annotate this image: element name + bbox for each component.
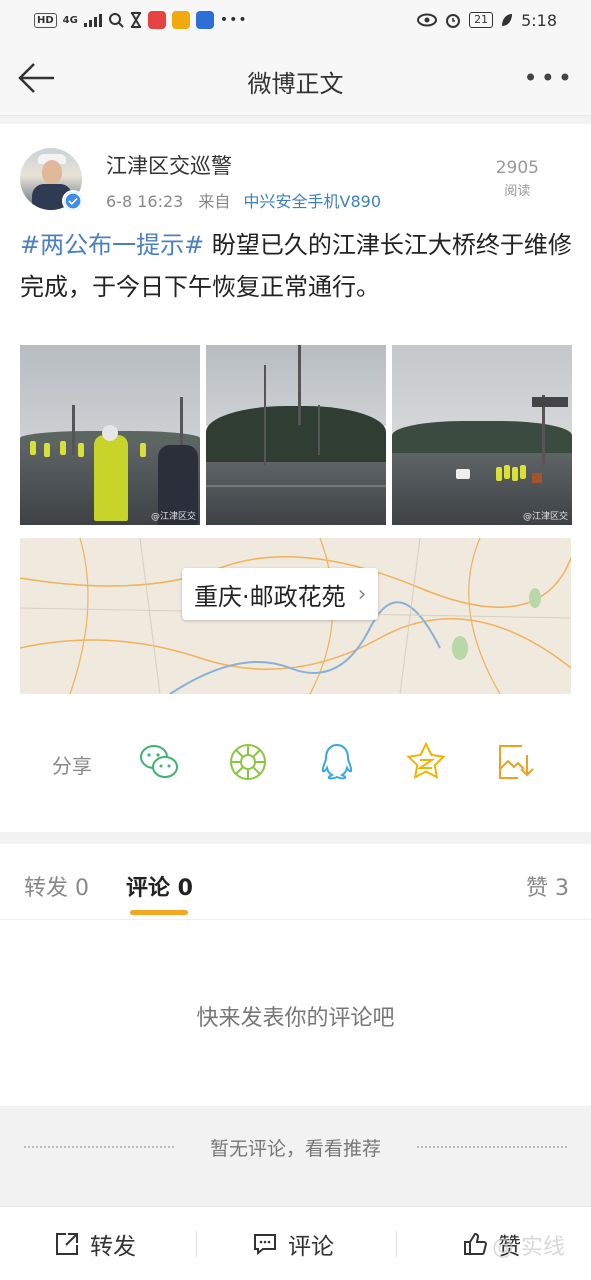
location-name: 重庆·邮政花苑 xyxy=(194,582,346,611)
more-notifications-icon: ••• xyxy=(219,12,248,28)
repost-label: 转发 xyxy=(90,1234,136,1260)
clock: 5:18 xyxy=(521,10,557,30)
page-title: 微博正文 xyxy=(247,70,344,98)
post-meta: 6-8 16:23 来自 中兴安全手机V890 xyxy=(106,188,381,212)
post-photo-3[interactable]: @江津区交 xyxy=(392,345,572,525)
location-label[interactable]: 重庆·邮政花苑 › xyxy=(182,568,379,620)
status-bar: HD 4G ••• 21 5:18 xyxy=(0,0,591,40)
signal-type: 4G xyxy=(62,14,78,26)
divider xyxy=(396,1231,397,1257)
tab-like[interactable]: 赞 3 xyxy=(526,870,569,902)
topic-link[interactable]: #两公布一提示# xyxy=(20,231,204,259)
search-icon xyxy=(108,13,124,28)
user-name[interactable]: 江津区交巡警 xyxy=(106,150,232,180)
post-photo-2[interactable] xyxy=(206,345,386,525)
comment-tabs: 转发 0 评论 0 赞 3 xyxy=(0,844,591,920)
post-text: #两公布一提示# 盼望已久的江津长江大桥终于维修完成，于今日下午恢复正常通行。 xyxy=(20,224,572,308)
photo-watermark: @江津区交 xyxy=(150,512,196,522)
verified-badge-icon xyxy=(62,190,84,212)
bottom-action-bar: 转发 评论 赞 @ 实线 xyxy=(0,1206,591,1280)
nav-bar: 微博正文 ••• xyxy=(0,40,591,116)
more-options-icon[interactable]: ••• xyxy=(524,64,575,92)
qq-icon[interactable] xyxy=(316,741,358,783)
hourglass-icon xyxy=(130,12,141,28)
watermark: @ 实线 xyxy=(492,1235,565,1260)
save-image-icon[interactable] xyxy=(494,741,536,783)
app-e-icon xyxy=(147,11,166,29)
tab-repost[interactable]: 转发 0 xyxy=(24,870,89,902)
hd-indicator: HD xyxy=(34,12,57,28)
wechat-icon[interactable] xyxy=(138,741,180,783)
eye-icon xyxy=(417,13,438,27)
read-count-number: 2905 xyxy=(495,158,539,178)
tab-comment[interactable]: 评论 0 xyxy=(126,870,193,902)
comments-empty-area: 快来发表你的评论吧 xyxy=(0,920,591,1106)
post-card: 江津区交巡警 6-8 16:23 来自 中兴安全手机V890 2905 阅读 #… xyxy=(0,124,591,832)
no-comment-divider: 暂无评论，看看推荐 xyxy=(0,1106,591,1190)
app-blue-icon xyxy=(195,11,214,29)
comment-icon xyxy=(254,1234,276,1256)
alarm-icon xyxy=(446,14,461,28)
dotted-line-right xyxy=(417,1146,567,1148)
share-label: 分享 xyxy=(52,754,92,778)
signal-icon xyxy=(83,14,102,27)
thumbs-up-icon xyxy=(464,1232,488,1255)
mail-icon xyxy=(171,11,190,29)
photo-watermark: @江津区交 xyxy=(522,512,568,522)
repost-button[interactable]: 转发 xyxy=(54,1227,136,1261)
post-date: 6-8 16:23 xyxy=(106,192,184,211)
repost-icon xyxy=(56,1233,78,1255)
moments-icon[interactable] xyxy=(227,741,269,783)
comment-label: 评论 xyxy=(288,1234,334,1260)
read-count-label: 阅读 xyxy=(504,184,531,199)
post-photo-1[interactable]: @江津区交 xyxy=(20,345,200,525)
leaf-icon xyxy=(502,14,513,26)
divider xyxy=(196,1231,197,1257)
comment-button[interactable]: 评论 xyxy=(252,1227,334,1261)
chevron-right-icon: › xyxy=(357,581,367,607)
active-tab-indicator xyxy=(130,910,188,915)
read-count: 2905 阅读 xyxy=(496,158,539,199)
qzone-icon[interactable] xyxy=(405,741,447,783)
battery-indicator: 21 xyxy=(469,12,494,28)
empty-comment-prompt[interactable]: 快来发表你的评论吧 xyxy=(0,1000,591,1032)
location-map[interactable]: 重庆·邮政花苑 › xyxy=(20,538,571,694)
source-prefix: 来自 xyxy=(198,192,231,211)
post-source[interactable]: 中兴安全手机V890 xyxy=(244,192,382,211)
